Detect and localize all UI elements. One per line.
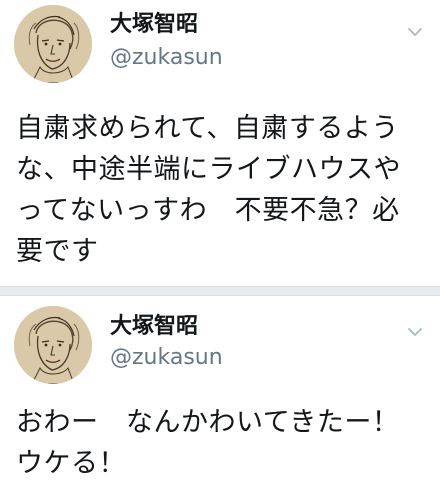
display-name[interactable]: 大塚智昭	[110, 12, 198, 38]
user-handle[interactable]: @zukasun	[110, 45, 223, 71]
user-handle[interactable]: @zukasun	[110, 345, 223, 371]
tweet[interactable]: 大塚智昭 @zukasun おわー なんかわいてきたー！ウケる！	[0, 296, 440, 501]
display-name[interactable]: 大塚智昭	[110, 314, 198, 340]
avatar-sketch-icon	[14, 306, 92, 384]
avatar[interactable]	[14, 5, 92, 83]
tweet[interactable]: 大塚智昭 @zukasun 自粛求められて、自粛するような、中途半端にライブハウ…	[0, 0, 440, 286]
tweet-text: 自粛求められて、自粛するような、中途半端にライブハウスやってないっすわ 不要不急…	[16, 113, 401, 267]
tweet-text: おわー なんかわいてきたー！ウケる！	[16, 407, 400, 479]
chevron-down-icon[interactable]	[406, 325, 424, 339]
avatar-sketch-icon	[14, 5, 92, 83]
tweet-separator	[0, 286, 440, 296]
chevron-down-icon[interactable]	[406, 25, 424, 39]
avatar[interactable]	[14, 306, 92, 384]
